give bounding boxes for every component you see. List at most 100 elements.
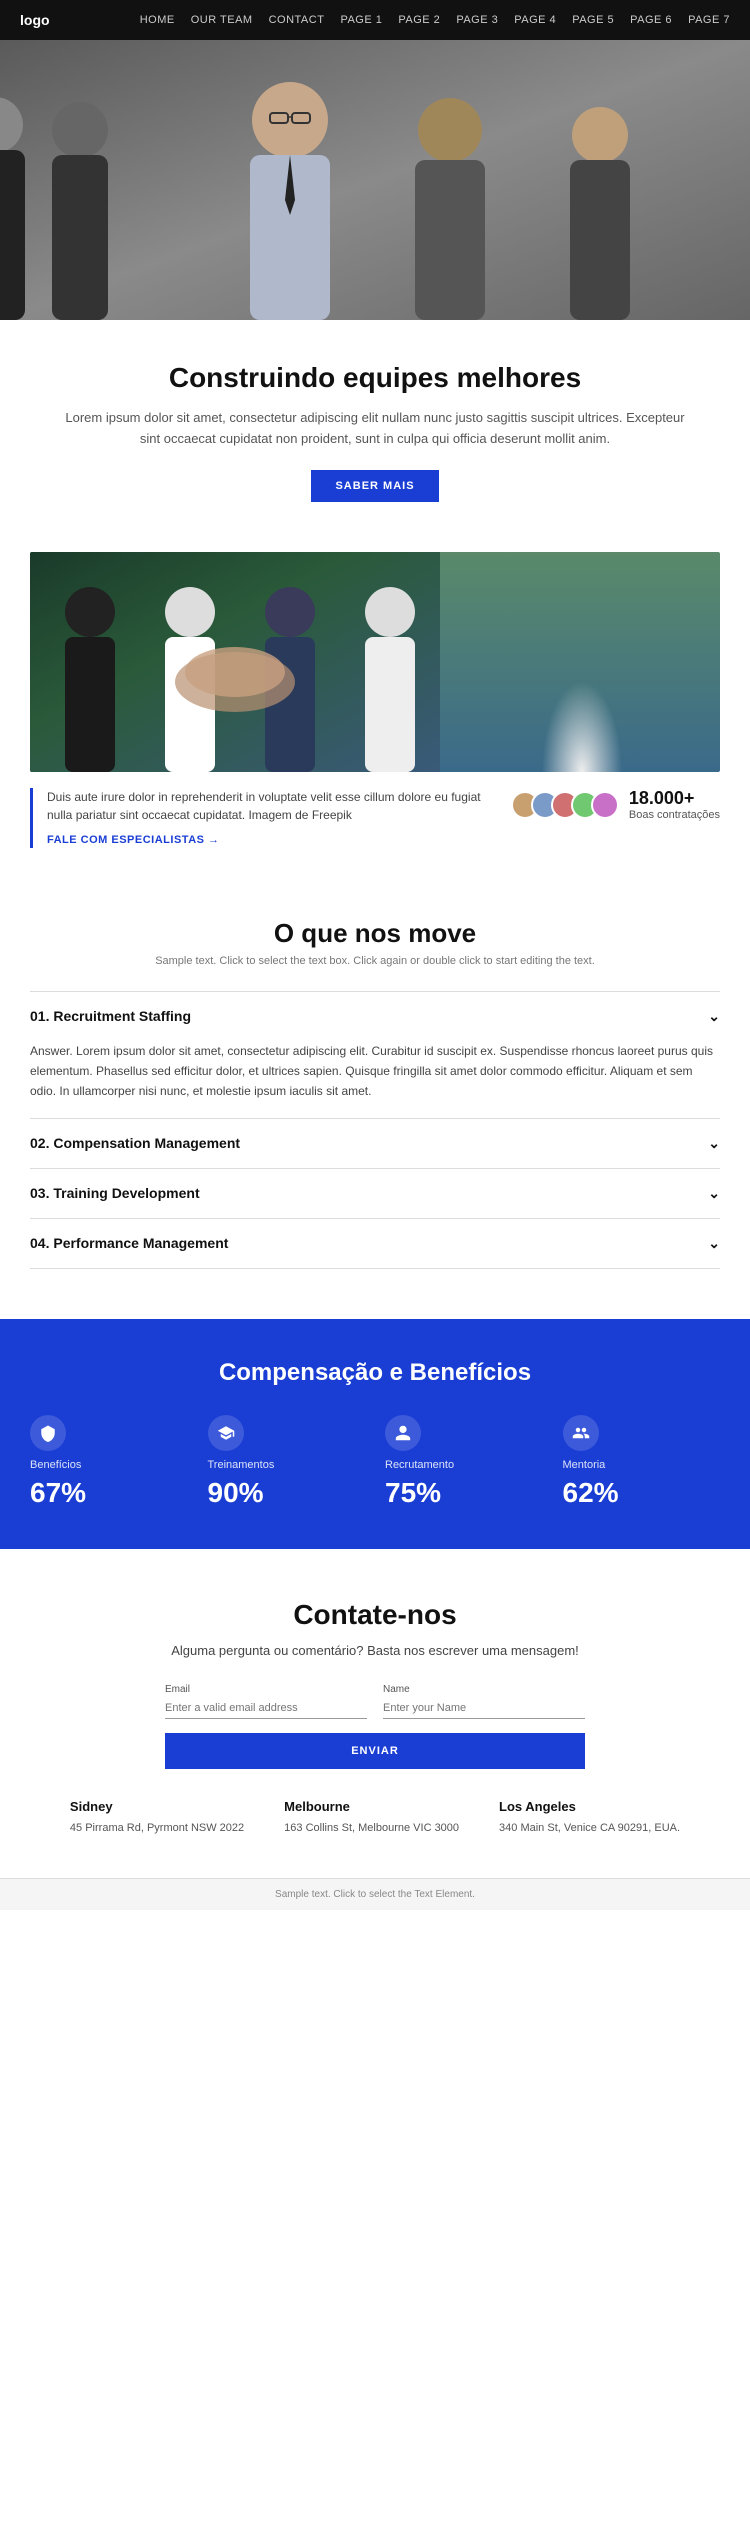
benefit-pct-3: 62%: [563, 1477, 721, 1509]
section-contact: Contate-nos Alguma pergunta ou comentári…: [0, 1549, 750, 1878]
accordion-header-4[interactable]: 04. Performance Management ⌄: [30, 1219, 720, 1268]
mentoria-icon: [563, 1415, 599, 1451]
section-move: O que nos move Sample text. Click to sel…: [0, 878, 750, 1289]
office-melbourne-city: Melbourne: [284, 1799, 459, 1814]
nav-page3[interactable]: PAGE 3: [456, 14, 498, 26]
benefits-grid: Benefícios 67% Treinamentos 90% Recrutam…: [30, 1415, 720, 1509]
accordion-label-2: 02. Compensation Management: [30, 1135, 240, 1151]
nav-page1[interactable]: PAGE 1: [340, 14, 382, 26]
stats-row: Duis aute irure dolor in reprehenderit i…: [30, 788, 720, 848]
stats-text: Duis aute irure dolor in reprehenderit i…: [30, 788, 491, 848]
benefit-pct-0: 67%: [30, 1477, 188, 1509]
accordion-label-4: 04. Performance Management: [30, 1235, 228, 1251]
benefit-name-3: Mentoria: [563, 1459, 721, 1471]
email-label: Email: [165, 1684, 367, 1695]
accordion-content-1: Answer. Lorem ipsum dolor sit amet, cons…: [30, 1041, 720, 1118]
cta-button[interactable]: SABER MAIS: [311, 470, 438, 502]
stats-count-label: Boas contratações: [629, 809, 720, 822]
benefit-name-2: Recrutamento: [385, 1459, 543, 1471]
avatar-5: [591, 791, 619, 819]
stats-number: 18.000+ Boas contratações: [629, 788, 720, 822]
submit-button[interactable]: ENVIAR: [165, 1733, 585, 1769]
section-benefits: Compensação e Benefícios Benefícios 67% …: [0, 1319, 750, 1549]
stats-count: 18.000+: [629, 788, 720, 809]
specialists-link[interactable]: FALE COM ESPECIALISTAS: [47, 834, 220, 846]
footer-text: Sample text. Click to select the Text El…: [275, 1889, 475, 1900]
nav-logo: logo: [20, 12, 50, 28]
section-heading-body: Lorem ipsum dolor sit amet, consectetur …: [60, 408, 690, 450]
section-move-subtitle: Sample text. Click to select the text bo…: [30, 955, 720, 967]
section-benefits-title: Compensação e Benefícios: [30, 1359, 720, 1387]
form-row-1: Email Name: [165, 1684, 585, 1719]
nav-page2[interactable]: PAGE 2: [398, 14, 440, 26]
benefit-pct-1: 90%: [208, 1477, 366, 1509]
footer-bar: Sample text. Click to select the Text El…: [0, 1878, 750, 1910]
nav-page4[interactable]: PAGE 4: [514, 14, 556, 26]
hero-image: [0, 40, 750, 320]
office-melbourne: Melbourne 163 Collins St, Melbourne VIC …: [284, 1799, 459, 1838]
benefits-icon: [30, 1415, 66, 1451]
hero-section: [0, 40, 750, 320]
nav-home[interactable]: HOME: [140, 14, 175, 26]
accordion-label-3: 03. Training Development: [30, 1185, 200, 1201]
benefit-name-1: Treinamentos: [208, 1459, 366, 1471]
recrutamento-icon: [385, 1415, 421, 1451]
accordion-label-1: 01. Recruitment Staffing: [30, 1008, 191, 1024]
accordion-header-3[interactable]: 03. Training Development ⌄: [30, 1169, 720, 1218]
contact-form: Email Name ENVIAR: [165, 1684, 585, 1769]
office-melbourne-address: 163 Collins St, Melbourne VIC 3000: [284, 1820, 459, 1838]
accordion-item-2: 02. Compensation Management ⌄: [30, 1119, 720, 1169]
accordion-body-1: Answer. Lorem ipsum dolor sit amet, cons…: [30, 1041, 720, 1102]
nav-page6[interactable]: PAGE 6: [630, 14, 672, 26]
office-sidney-address: 45 Pirrama Rd, Pyrmont NSW 2022: [70, 1820, 244, 1838]
treinamentos-icon: [208, 1415, 244, 1451]
name-input[interactable]: [383, 1698, 585, 1719]
nav-contact[interactable]: CONTACT: [269, 14, 325, 26]
stats-body: Duis aute irure dolor in reprehenderit i…: [47, 788, 491, 824]
contact-subtitle: Alguma pergunta ou comentário? Basta nos…: [30, 1641, 720, 1661]
accordion-icon-1: ⌄: [708, 1008, 720, 1025]
section-heading-title: Construindo equipes melhores: [60, 362, 690, 394]
benefit-item-0: Benefícios 67%: [30, 1415, 188, 1509]
accordion-header-2[interactable]: 02. Compensation Management ⌄: [30, 1119, 720, 1168]
name-group: Name: [383, 1684, 585, 1719]
benefit-item-3: Mentoria 62%: [563, 1415, 721, 1509]
office-la-address: 340 Main St, Venice CA 90291, EUA.: [499, 1820, 680, 1838]
stats-right: 18.000+ Boas contratações: [511, 788, 720, 822]
name-label: Name: [383, 1684, 585, 1695]
navbar: logo HOME OUR TEAM CONTACT PAGE 1 PAGE 2…: [0, 0, 750, 40]
accordion-item-1: 01. Recruitment Staffing ⌄ Answer. Lorem…: [30, 992, 720, 1119]
benefit-name-0: Benefícios: [30, 1459, 188, 1471]
offices: Sidney 45 Pirrama Rd, Pyrmont NSW 2022 M…: [30, 1799, 720, 1838]
accordion-item-4: 04. Performance Management ⌄: [30, 1219, 720, 1269]
office-los-angeles: Los Angeles 340 Main St, Venice CA 90291…: [499, 1799, 680, 1838]
office-sidney-city: Sidney: [70, 1799, 244, 1814]
accordion-icon-3: ⌄: [708, 1185, 720, 1202]
accordion: 01. Recruitment Staffing ⌄ Answer. Lorem…: [30, 991, 720, 1269]
accordion-item-3: 03. Training Development ⌄: [30, 1169, 720, 1219]
benefit-item-1: Treinamentos 90%: [208, 1415, 366, 1509]
accordion-header-1[interactable]: 01. Recruitment Staffing ⌄: [30, 992, 720, 1041]
nav-page5[interactable]: PAGE 5: [572, 14, 614, 26]
team-image: [30, 552, 720, 772]
section-heading: Construindo equipes melhores Lorem ipsum…: [0, 320, 750, 532]
people-icon: [572, 1424, 590, 1442]
section-image-stats: Duis aute irure dolor in reprehenderit i…: [0, 532, 750, 878]
benefit-pct-2: 75%: [385, 1477, 543, 1509]
accordion-icon-2: ⌄: [708, 1135, 720, 1152]
office-la-city: Los Angeles: [499, 1799, 680, 1814]
section-move-title: O que nos move: [30, 918, 720, 949]
accordion-icon-4: ⌄: [708, 1235, 720, 1252]
shield-icon: [39, 1424, 57, 1442]
avatars: [511, 791, 619, 819]
email-input[interactable]: [165, 1698, 367, 1719]
benefit-item-2: Recrutamento 75%: [385, 1415, 543, 1509]
email-group: Email: [165, 1684, 367, 1719]
contact-title: Contate-nos: [30, 1599, 720, 1631]
nav-links: HOME OUR TEAM CONTACT PAGE 1 PAGE 2 PAGE…: [140, 14, 730, 26]
person-search-icon: [394, 1424, 412, 1442]
office-sidney: Sidney 45 Pirrama Rd, Pyrmont NSW 2022: [70, 1799, 244, 1838]
nav-our-team[interactable]: OUR TEAM: [191, 14, 253, 26]
nav-page7[interactable]: PAGE 7: [688, 14, 730, 26]
graduation-icon: [217, 1424, 235, 1442]
